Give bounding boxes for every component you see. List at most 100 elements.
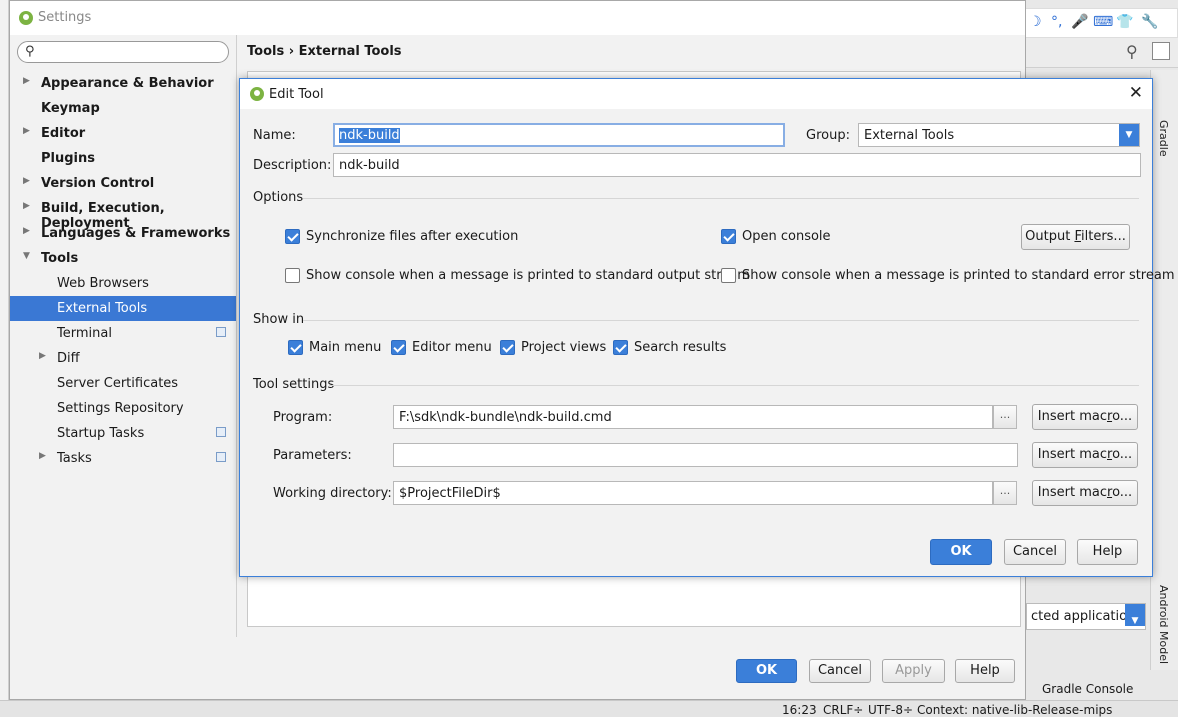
chevron-right-icon[interactable]: ▶ [23, 76, 30, 86]
status-context[interactable]: Context: native-lib-Release-mips [917, 703, 1112, 717]
tree-item-languages-frameworks[interactable]: ▶ Languages & Frameworks [10, 221, 236, 246]
insert-macro-workdir-button[interactable]: Insert macro... [1032, 480, 1138, 506]
chevron-right-icon[interactable]: ▶ [39, 451, 46, 461]
open-console-label: Open console [742, 229, 831, 244]
search-icon: ⚲ [25, 44, 35, 59]
tree-item-web-browsers[interactable]: Web Browsers [10, 271, 236, 296]
output-filters-button[interactable]: Output Filters... [1021, 224, 1130, 250]
tree-item-plugins[interactable]: Plugins [10, 146, 236, 171]
microphone-icon[interactable]: 🎤 [1071, 14, 1088, 30]
checkbox-box [613, 340, 628, 355]
tree-item-tools[interactable]: ▼ Tools [10, 246, 236, 271]
chevron-down-icon[interactable]: ▼ [1119, 124, 1139, 146]
tree-item-settings-repository[interactable]: Settings Repository [10, 396, 236, 421]
settings-ok-button[interactable]: OK [736, 659, 797, 683]
tree-item-terminal[interactable]: Terminal [10, 321, 236, 346]
console-stdout-checkbox[interactable]: Show console when a message is printed t… [285, 267, 750, 285]
chevron-right-icon[interactable]: ▶ [23, 201, 30, 211]
user-icon[interactable] [1152, 42, 1170, 60]
status-position[interactable]: 16:23 [782, 703, 817, 717]
dialog-help-button[interactable]: Help [1077, 539, 1138, 565]
tree-item-version-control[interactable]: ▶ Version Control [10, 171, 236, 196]
search-results-checkbox[interactable]: Search results [613, 339, 727, 357]
close-icon[interactable]: ✕ [1129, 83, 1143, 103]
gradle-tool-tab[interactable]: Gradle [1157, 120, 1170, 157]
open-console-checkbox[interactable]: Open console [721, 228, 921, 246]
chevron-right-icon[interactable]: ▶ [23, 226, 30, 236]
ime-moon-icon[interactable]: ☽ [1029, 14, 1042, 30]
editor-menu-label: Editor menu [412, 340, 492, 355]
settings-apply-button[interactable]: Apply [882, 659, 945, 683]
project-views-label: Project views [521, 340, 607, 355]
tree-item-appearance-behavior[interactable]: ▶ Appearance & Behavior [10, 71, 236, 96]
project-views-checkbox[interactable]: Project views [500, 339, 610, 357]
tree-item-editor[interactable]: ▶ Editor [10, 121, 236, 146]
parameters-input[interactable] [393, 443, 1018, 467]
group-select[interactable]: External Tools ▼ [858, 123, 1140, 147]
console-stderr-checkbox[interactable]: Show console when a message is printed t… [721, 267, 1175, 285]
tree-item-build-execution-deployment[interactable]: ▶ Build, Execution, Deployment [10, 196, 236, 231]
chevron-down-icon[interactable]: ▼ [23, 251, 30, 261]
group-select-value: External Tools [864, 128, 955, 143]
chevron-right-icon[interactable]: ▶ [39, 351, 46, 361]
sync-files-checkbox[interactable]: Synchronize files after execution [285, 228, 585, 246]
console-stderr-label: Show console when a message is printed t… [742, 268, 1175, 283]
search-icon[interactable]: ⚲ [1126, 42, 1138, 61]
dialog-title: Edit Tool [269, 87, 324, 102]
insert-macro-parameters-button[interactable]: Insert macro... [1032, 442, 1138, 468]
tool-settings-section-title: Tool settings [253, 377, 335, 392]
browse-workdir-button[interactable]: ... [993, 481, 1017, 505]
tree-item-keymap[interactable]: Keymap [10, 96, 236, 121]
browse-program-button[interactable]: ... [993, 405, 1017, 429]
working-directory-input-value: $ProjectFileDir$ [399, 486, 501, 501]
tree-item-label: Diff [57, 351, 80, 366]
divider [329, 385, 1139, 386]
android-studio-icon [250, 87, 264, 101]
run-config-select[interactable]: cted application ▼ [1026, 603, 1146, 630]
output-filters-label-b: ilters... [1081, 229, 1126, 244]
description-input[interactable]: ndk-build [333, 153, 1141, 177]
android-studio-icon [19, 11, 33, 25]
program-input[interactable]: F:\sdk\ndk-bundle\ndk-build.cmd [393, 405, 993, 429]
keyboard-icon[interactable]: ⌨ [1093, 14, 1113, 30]
settings-search-input[interactable]: ⚲ [17, 41, 229, 63]
chevron-right-icon[interactable]: ▶ [23, 176, 30, 186]
tree-item-startup-tasks[interactable]: Startup Tasks [10, 421, 236, 446]
gradle-console-tab[interactable]: Gradle Console [1042, 682, 1133, 696]
ide-right-tool-strip: Gradle Android Model [1150, 70, 1178, 670]
tree-item-label: Tools [41, 251, 79, 266]
insert-macro-label-b: o... [1112, 485, 1133, 500]
tree-item-external-tools[interactable]: External Tools [10, 296, 236, 321]
checkbox-box [721, 229, 736, 244]
sync-files-label: Synchronize files after execution [306, 229, 519, 244]
main-menu-checkbox[interactable]: Main menu [288, 339, 388, 357]
search-results-label: Search results [634, 340, 727, 355]
tree-item-label: Terminal [57, 326, 112, 341]
tree-item-server-certificates[interactable]: Server Certificates [10, 371, 236, 396]
output-filters-label-a: Output [1025, 229, 1075, 244]
insert-macro-program-button[interactable]: Insert macro... [1032, 404, 1138, 430]
tree-item-label: Web Browsers [57, 276, 149, 291]
chevron-down-icon[interactable]: ▼ [1125, 604, 1145, 626]
chevron-right-icon[interactable]: ▶ [23, 126, 30, 136]
status-line-separator[interactable]: CRLF÷ [823, 703, 863, 717]
options-section-title: Options [253, 190, 304, 205]
dialog-cancel-button[interactable]: Cancel [1004, 539, 1066, 565]
skin-icon[interactable]: 👕 [1116, 14, 1133, 30]
android-model-tool-tab[interactable]: Android Model [1157, 585, 1170, 664]
tree-item-label: Keymap [41, 101, 100, 116]
tree-item-diff[interactable]: ▶ Diff [10, 346, 236, 371]
insert-macro-label-a: Insert mac [1037, 409, 1107, 424]
tree-item-tasks[interactable]: ▶ Tasks [10, 446, 236, 471]
working-directory-input[interactable]: $ProjectFileDir$ [393, 481, 993, 505]
settings-help-button[interactable]: Help [955, 659, 1015, 683]
editor-menu-checkbox[interactable]: Editor menu [391, 339, 492, 357]
dialog-ok-button[interactable]: OK [930, 539, 992, 565]
wrench-icon[interactable]: 🔧 [1141, 14, 1158, 30]
project-level-icon [216, 327, 226, 337]
settings-title: Settings [38, 10, 92, 25]
name-input[interactable]: ndk-build [333, 123, 785, 147]
status-encoding[interactable]: UTF-8÷ [868, 703, 913, 717]
ime-punct-icon[interactable]: °, [1051, 14, 1062, 30]
settings-cancel-button[interactable]: Cancel [809, 659, 871, 683]
